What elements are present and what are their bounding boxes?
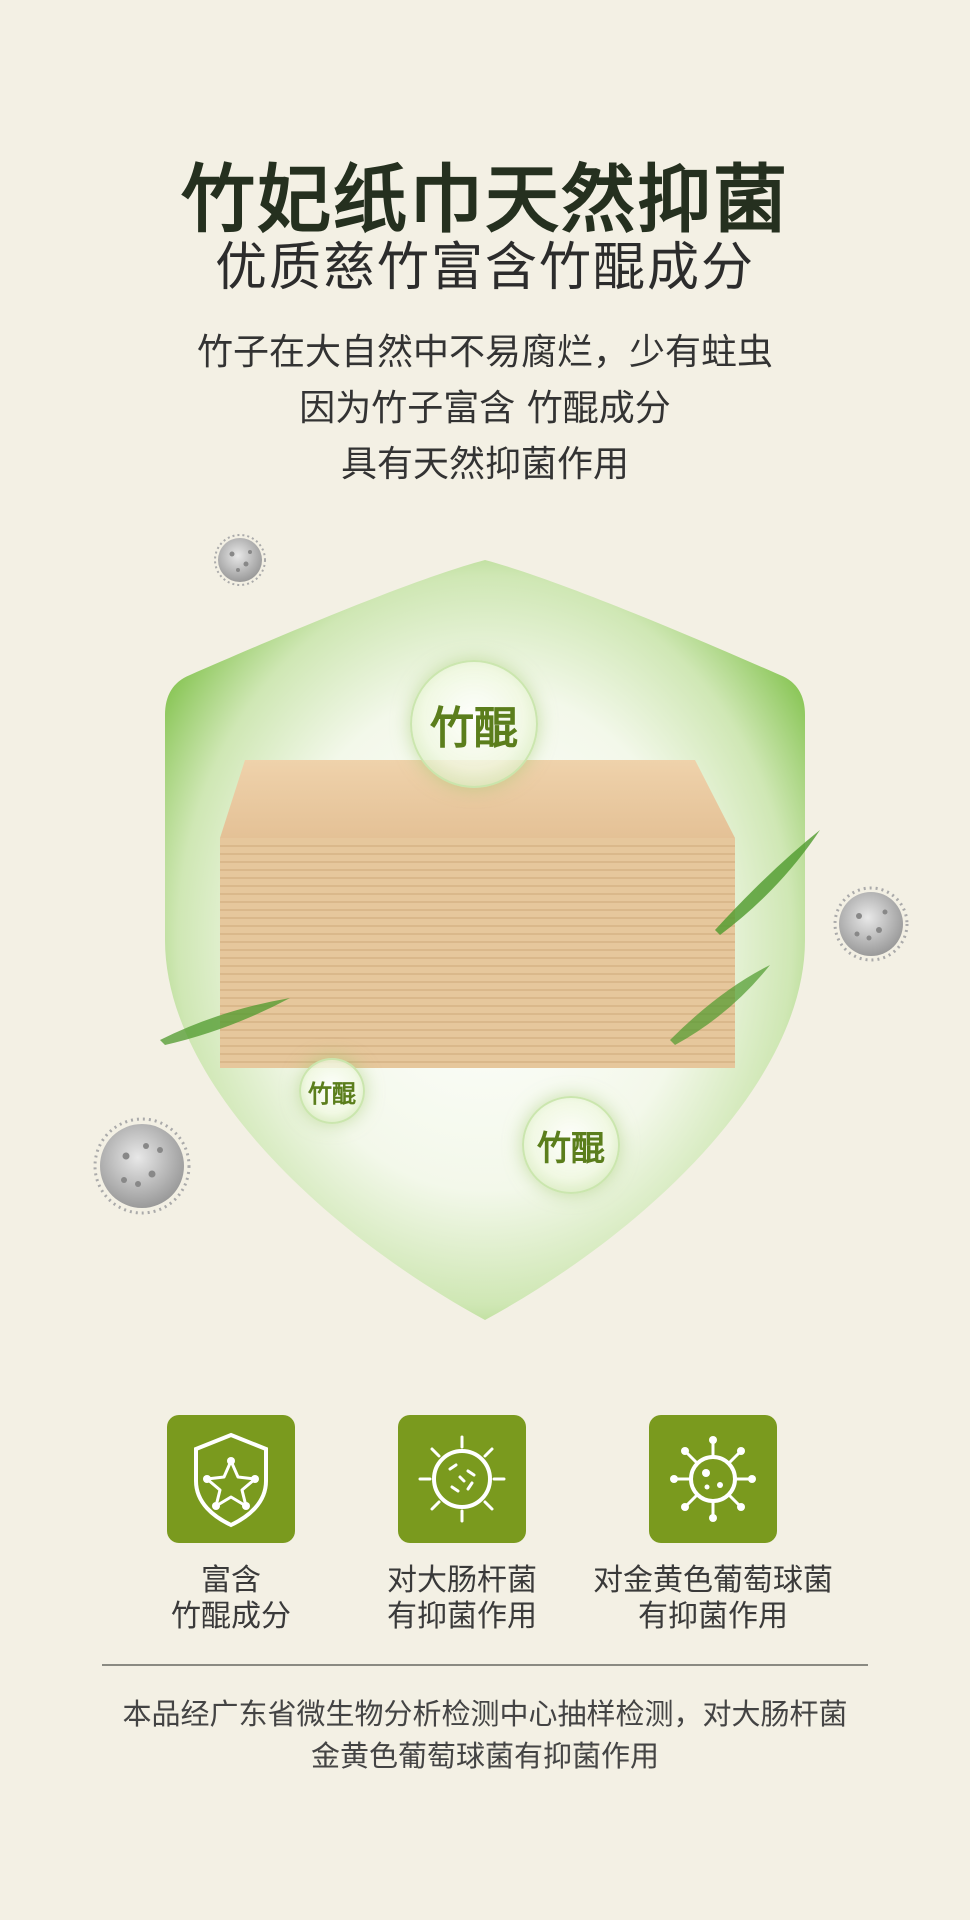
- shield-star-icon: [167, 1415, 295, 1543]
- zhukun-bubble: 竹醌: [299, 1058, 365, 1124]
- description-line: 竹子在大自然中不易腐烂，少有蛀虫: [196, 332, 773, 373]
- zhukun-bubble: 竹醌: [522, 1096, 620, 1194]
- virus-decoration: [214, 534, 266, 586]
- feature-item: 对大肠杆菌 有抑菌作用: [322, 1415, 602, 1635]
- feature-item: 对金黄色葡萄球菌 有抑菌作用: [573, 1415, 853, 1635]
- virus-icon: [649, 1415, 777, 1543]
- description-line: 具有天然抑菌作用: [340, 444, 629, 485]
- bacteria-icon: [398, 1415, 526, 1543]
- shield-graphic: [93, 534, 909, 1320]
- feature-label: 对大肠杆菌 有抑菌作用: [387, 1563, 537, 1634]
- divider: [102, 1664, 868, 1666]
- feature-list: 富含 竹醌成分 对大肠杆菌 有抑菌作用 对金黄色葡萄球菌 有抑菌作用: [0, 1415, 970, 1635]
- hero-illustration: 竹醌 竹醌 竹醌: [0, 520, 970, 1350]
- zhukun-bubble: 竹醌: [410, 660, 538, 788]
- description: 竹子在大自然中不易腐烂，少有蛀虫 因为竹子富含 竹醌成分 具有天然抑菌作用: [0, 325, 970, 493]
- feature-label: 对金黄色葡萄球菌 有抑菌作用: [593, 1563, 833, 1634]
- virus-decoration: [833, 886, 909, 962]
- page-subtitle: 优质慈竹富含竹醌成分: [214, 238, 755, 298]
- test-footnote: 本品经广东省微生物分析检测中心抽样检测，对大肠杆菌 金黄色葡萄球菌有抑菌作用: [122, 1697, 848, 1773]
- tissue-stack: [220, 760, 735, 1068]
- virus-decoration: [93, 1117, 191, 1215]
- description-line: 因为竹子富含 竹醌成分: [299, 388, 671, 429]
